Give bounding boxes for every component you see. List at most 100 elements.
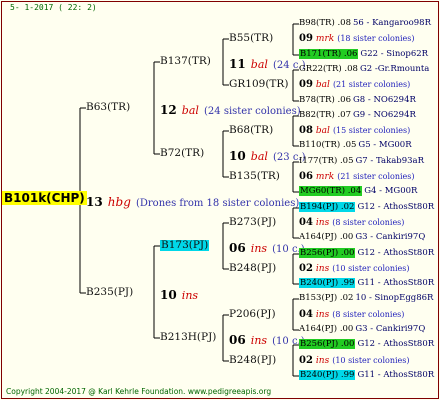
gen4-note: (15 sister colonies) (332, 126, 411, 135)
gen4-tail: G11 - AthosSt80R (357, 278, 435, 288)
gen4-row-5[interactable]: B78(TR) .06 G8 - NO6294R (299, 96, 416, 105)
gen4-id: MG60(TR) .04 (299, 186, 363, 196)
gen3-label-7[interactable]: B248(PJ) (229, 355, 276, 366)
gen4-row-2[interactable]: B171(TR) .06 G22 - Sinop62R (299, 49, 428, 59)
root-queen-label[interactable]: B101k(CHP) (2, 191, 87, 205)
gen4-sym: bal (315, 126, 330, 136)
gen4-note: (8 sister colonies) (332, 310, 405, 319)
gen4-num: 09 (299, 79, 313, 90)
gen4-id: GR22(TR) .08 (299, 64, 358, 74)
gen2-info-2: 06 ins (10 c.) (229, 239, 305, 255)
gen2-num-2: 06 (229, 241, 246, 255)
gen2-sym-2: ins (250, 242, 268, 255)
gen4-row-0[interactable]: B98(TR) .08 56 - Kangaroo98R (299, 19, 431, 28)
gen4-row-20[interactable]: A164(PJ) .00 G3 - Cankiri97Q (299, 325, 425, 334)
gen4-tail: 10 - SinopEgg86R (355, 293, 434, 303)
gen4-num: 06 (299, 171, 313, 182)
gen2-sym-1: bal (250, 150, 268, 163)
gen4-tail: G12 - AthosSt80R (357, 248, 435, 258)
gen4-row-9[interactable]: I177(TR) .05 G7 - Takab93aR (299, 157, 424, 166)
date-header: 5- 1-2017 ( 22: 2) (10, 3, 97, 12)
gen4-row-14[interactable]: A164(PJ) .00 G3 - Cankiri97Q (299, 233, 425, 242)
gen2-label-3[interactable]: B213H(PJ) (160, 332, 216, 343)
gen4-row-10[interactable]: 06 mrk (21 sister colonies) (299, 172, 415, 182)
gen4-id: B110(TR) .05 (299, 140, 357, 150)
gen1-sym-1: ins (181, 289, 199, 302)
gen4-id: B171(TR) .06 (299, 49, 359, 59)
gen4-tail: G3 - Cankiri97Q (355, 324, 426, 334)
gen4-tail: G3 - Cankiri97Q (355, 232, 426, 242)
gen3-label-1[interactable]: GR109(TR) (229, 79, 288, 90)
gen4-num: 04 (299, 309, 313, 320)
gen1-num-0: 12 (160, 103, 177, 117)
copyright-footer: Copyright 2004-2017 @ Karl Kehrle Founda… (6, 387, 272, 396)
gen4-id: B256(PJ) .00 (299, 248, 356, 258)
gen3-label-0[interactable]: B55(TR) (229, 33, 273, 44)
gen3-label-2[interactable]: B68(TR) (229, 125, 273, 136)
gen3-label-4[interactable]: B273(PJ) (229, 217, 276, 228)
gen4-row-7[interactable]: 08 bal (15 sister colonies) (299, 126, 410, 136)
gen4-row-8[interactable]: B110(TR) .05 G5 - MG00R (299, 141, 412, 150)
gen2-label-2[interactable]: B173(PJ) (160, 240, 210, 251)
gen4-tail: G9 - NO6294R (352, 110, 416, 120)
gen4-row-11[interactable]: MG60(TR) .04 G4 - MG00R (299, 186, 417, 196)
gen2-label-0[interactable]: B137(TR) (160, 56, 211, 67)
gen4-row-15[interactable]: B256(PJ) .00 G12 - AthosSt80R (299, 248, 435, 258)
gen4-tail: 56 - Kangaroo98R (352, 18, 431, 28)
root-sym: hbg (107, 195, 131, 209)
gen4-sym: bal (315, 80, 330, 90)
gen4-row-18[interactable]: B153(PJ) .02 10 - SinopEgg86R (299, 294, 433, 303)
gen3-label-5[interactable]: B248(PJ) (229, 263, 276, 274)
gen1-sym-0: bal (181, 104, 199, 117)
gen2-label-1[interactable]: B72(TR) (160, 148, 204, 159)
gen3-label-3[interactable]: B135(TR) (229, 171, 280, 182)
gen1-info-1: 10 ins (160, 286, 198, 302)
gen4-id: B78(TR) .06 (299, 95, 351, 105)
gen4-row-22[interactable]: 02 ins (10 sister colonies) (299, 356, 410, 366)
gen4-tail: G7 - Takab93aR (355, 156, 425, 166)
gen1-label-0[interactable]: B63(TR) (86, 102, 130, 113)
root-num: 13 (86, 195, 103, 209)
gen4-note: (10 sister colonies) (332, 356, 410, 365)
gen4-row-6[interactable]: B82(TR) .07 G9 - NO6294R (299, 111, 416, 120)
gen4-id: A164(PJ) .00 (299, 232, 354, 242)
gen4-id: B240(PJ) .99 (299, 370, 356, 380)
gen4-id: B153(PJ) .02 (299, 293, 354, 303)
gen4-id: B240(PJ) .99 (299, 278, 356, 288)
gen4-note: (21 sister colonies) (332, 80, 411, 89)
gen4-note: (21 sister colonies) (337, 172, 415, 181)
gen4-id: A164(PJ) .00 (299, 324, 354, 334)
gen2-sym-3: ins (250, 334, 268, 347)
gen4-id: B98(TR) .08 (299, 18, 351, 28)
gen1-info-0: 12 bal (24 sister colonies) (160, 101, 301, 117)
gen4-row-23[interactable]: B240(PJ) .99 G11 - AthosSt80R (299, 370, 434, 380)
gen4-sym: mrk (315, 172, 335, 182)
gen2-info-0: 11 bal (24 c.) (229, 55, 306, 71)
gen4-id: B82(TR) .07 (299, 110, 351, 120)
gen4-row-21[interactable]: B256(PJ) .00 G12 - AthosSt80R (299, 339, 435, 349)
gen4-id: B194(PJ) .02 (299, 202, 356, 212)
gen4-sym: ins (315, 310, 330, 320)
gen4-tail: G12 - AthosSt80R (357, 339, 435, 349)
gen4-tail: G5 - MG00R (358, 140, 412, 150)
gen2-num-0: 11 (229, 57, 246, 71)
gen4-row-12[interactable]: B194(PJ) .02 G12 - AthosSt80R (299, 202, 434, 212)
gen4-row-3[interactable]: GR22(TR) .08 G2 -Gr.Rmounta (299, 65, 429, 74)
gen4-tail: G8 - NO6294R (352, 95, 416, 105)
gen1-num-1: 10 (160, 288, 177, 302)
gen4-row-1[interactable]: 09 mrk (18 sister colonies) (299, 34, 415, 44)
gen4-sym: ins (315, 218, 330, 228)
gen1-label-1[interactable]: B235(PJ) (86, 287, 133, 298)
gen4-row-17[interactable]: B240(PJ) .99 G11 - AthosSt80R (299, 278, 435, 288)
gen4-row-19[interactable]: 04 ins (8 sister colonies) (299, 310, 404, 320)
gen4-row-4[interactable]: 09 bal (21 sister colonies) (299, 80, 410, 90)
gen4-tail: G2 -Gr.Rmounta (359, 64, 430, 74)
gen4-row-16[interactable]: 02 ins (10 sister colonies) (299, 264, 410, 274)
gen4-num: 09 (299, 33, 313, 44)
gen2-sym-0: bal (250, 58, 268, 71)
gen4-num: 02 (299, 355, 313, 366)
gen2-info-1: 10 bal (23 c.) (229, 147, 306, 163)
gen3-label-6[interactable]: P206(PJ) (229, 309, 276, 320)
gen4-row-13[interactable]: 04 ins (8 sister colonies) (299, 218, 404, 228)
gen4-sym: mrk (315, 34, 335, 44)
